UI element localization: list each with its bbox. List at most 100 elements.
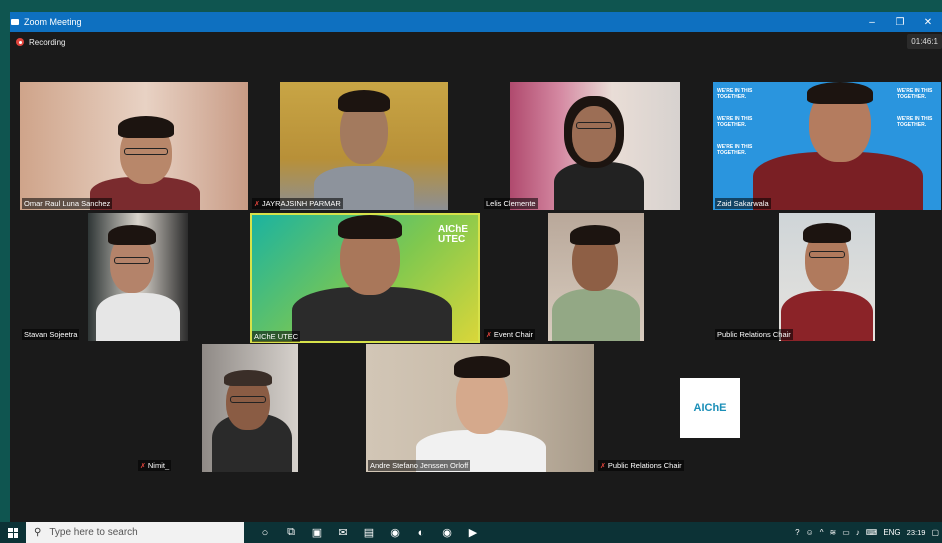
- minimize-button[interactable]: –: [858, 12, 886, 32]
- participant-tile[interactable]: Public Relations Chair: [713, 213, 941, 341]
- background-text: WE'RE IN THIS TOGETHER.: [897, 88, 933, 100]
- system-tray: ? ☺ ^ ≋ ▭ ♪ ⌨ ENG 23:19 ▢: [792, 528, 942, 537]
- participant-name: ✗ Public Relations Chair: [598, 460, 684, 471]
- person-body: [292, 287, 452, 341]
- background-text: WE'RE IN THIS TOGETHER.: [897, 116, 933, 128]
- video-feed: [202, 344, 298, 472]
- file-explorer-icon[interactable]: ▤: [356, 522, 382, 543]
- video-feed: WE'RE IN THIS TOGETHER. WE'RE IN THIS TO…: [713, 82, 941, 210]
- help-icon[interactable]: ?: [795, 528, 799, 537]
- language-indicator[interactable]: ENG: [883, 528, 900, 537]
- muted-mic-icon: ✗: [600, 463, 606, 470]
- chrome-icon[interactable]: ◉: [434, 522, 460, 543]
- person-hair: [108, 225, 156, 245]
- maximize-button[interactable]: ❐: [886, 12, 914, 32]
- video-feed: [779, 213, 875, 341]
- video-feed: [280, 82, 448, 210]
- muted-mic-icon: ✗: [486, 332, 492, 339]
- participant-name: ✗ Nimit_: [138, 460, 172, 471]
- cortana-icon[interactable]: ○: [252, 522, 278, 543]
- recording-label: Recording: [29, 37, 66, 47]
- glasses: [124, 148, 168, 155]
- screen: Zoom Meeting – ❐ ✕ Recording 01:46:1 Oma…: [0, 0, 942, 543]
- participant-name: Andre Stefano Jenssen Orloff: [368, 460, 471, 471]
- participant-tile[interactable]: Lelis Clemente: [482, 82, 710, 210]
- person-hair: [118, 116, 174, 138]
- pinned-apps: ○ ⧉ ▣ ✉ ▤ ◉ ◐ ◉ ▶: [252, 522, 486, 543]
- participant-tile[interactable]: AIChE ✗ Public Relations Chair: [596, 344, 824, 472]
- participant-tile[interactable]: Stavan Sojeetra: [20, 213, 248, 341]
- video-feed: [366, 344, 594, 472]
- muted-mic-icon: ✗: [140, 463, 146, 470]
- title-bar[interactable]: Zoom Meeting – ❐ ✕: [10, 12, 942, 32]
- store-icon[interactable]: ▣: [304, 522, 330, 543]
- person-hair: [454, 356, 510, 378]
- people-icon[interactable]: ☺: [806, 528, 814, 537]
- aiche-profile-logo: AIChE: [680, 378, 740, 438]
- person-hair: [338, 215, 402, 239]
- search-icon: ⚲: [34, 527, 42, 538]
- participant-name: Zaid Sakarwala: [715, 198, 771, 209]
- participant-name: AIChE UTEC: [252, 331, 301, 342]
- background-text: WE'RE IN THIS TOGETHER.: [717, 116, 753, 128]
- person-body: [96, 293, 180, 341]
- participant-tile[interactable]: WE'RE IN THIS TOGETHER. WE'RE IN THIS TO…: [713, 82, 941, 210]
- meeting-timer: 01:46:1: [907, 34, 942, 49]
- video-feed: AIChE UTEC: [252, 215, 478, 341]
- participant-name: ✗ JAYRAJSINH PARMAR: [252, 198, 343, 209]
- person-hair: [570, 225, 620, 245]
- glasses: [809, 251, 845, 258]
- participant-tile[interactable]: Omar Raul Luna Sanchez: [20, 82, 248, 210]
- zoom-app-icon: [10, 17, 20, 27]
- muted-mic-icon: ✗: [254, 201, 260, 208]
- person-hair: [807, 82, 873, 104]
- participant-tile[interactable]: ✗ JAYRAJSINH PARMAR: [250, 82, 478, 210]
- participant-name: ✗ Event Chair: [484, 329, 536, 340]
- participant-name: Public Relations Chair: [715, 329, 793, 340]
- wifi-icon[interactable]: ≋: [830, 528, 837, 537]
- chrome-icon[interactable]: ◉: [382, 522, 408, 543]
- person-hair: [224, 370, 272, 386]
- person-head: [572, 106, 616, 162]
- window-controls: – ❐ ✕: [858, 12, 942, 32]
- notification-icon[interactable]: ▢: [931, 528, 939, 537]
- edge-icon[interactable]: ◐: [408, 522, 434, 543]
- participant-tile[interactable]: ✗ Event Chair: [482, 213, 710, 341]
- person-hair: [803, 223, 851, 243]
- glasses: [576, 122, 612, 129]
- window-title: Zoom Meeting: [24, 17, 82, 27]
- close-button[interactable]: ✕: [914, 12, 942, 32]
- background-text: WE'RE IN THIS TOGETHER.: [717, 88, 753, 100]
- person-hair: [338, 90, 390, 112]
- video-feed: [510, 82, 680, 210]
- chevron-up-icon[interactable]: ^: [820, 528, 824, 537]
- participant-name: Omar Raul Luna Sanchez: [22, 198, 113, 209]
- person-body: [781, 291, 873, 341]
- keyboard-icon[interactable]: ⌨: [866, 528, 878, 537]
- person-body: [554, 162, 644, 210]
- participant-tile-active-speaker[interactable]: AIChE UTEC AIChE UTEC: [250, 213, 480, 343]
- recording-icon[interactable]: [16, 38, 24, 46]
- task-view-icon[interactable]: ⧉: [278, 522, 304, 543]
- participant-name: Lelis Clemente: [484, 198, 538, 209]
- clock[interactable]: 23:19: [907, 528, 926, 537]
- zoom-icon[interactable]: ▶: [460, 522, 486, 543]
- glasses: [230, 396, 266, 403]
- glasses: [114, 257, 150, 264]
- recording-bar: Recording: [10, 32, 942, 52]
- participant-tile[interactable]: ✗ Nimit_: [136, 344, 364, 472]
- zoom-window: Zoom Meeting – ❐ ✕ Recording 01:46:1 Oma…: [10, 12, 942, 522]
- volume-icon[interactable]: ♪: [856, 528, 860, 537]
- participant-name: Stavan Sojeetra: [22, 329, 80, 340]
- mail-icon[interactable]: ✉: [330, 522, 356, 543]
- battery-icon[interactable]: ▭: [842, 528, 850, 537]
- aiche-logo: AIChE UTEC: [438, 224, 468, 245]
- taskbar-search[interactable]: ⚲ Type here to search: [26, 522, 244, 543]
- windows-taskbar: ⚲ Type here to search ○ ⧉ ▣ ✉ ▤ ◉ ◐ ◉ ▶ …: [0, 522, 942, 543]
- start-button[interactable]: [0, 522, 26, 543]
- video-feed: [88, 213, 188, 341]
- video-feed: [548, 213, 644, 341]
- participant-tile[interactable]: Andre Stefano Jenssen Orloff: [366, 344, 594, 472]
- background-text: WE'RE IN THIS TOGETHER.: [717, 144, 753, 156]
- video-feed: [20, 82, 248, 210]
